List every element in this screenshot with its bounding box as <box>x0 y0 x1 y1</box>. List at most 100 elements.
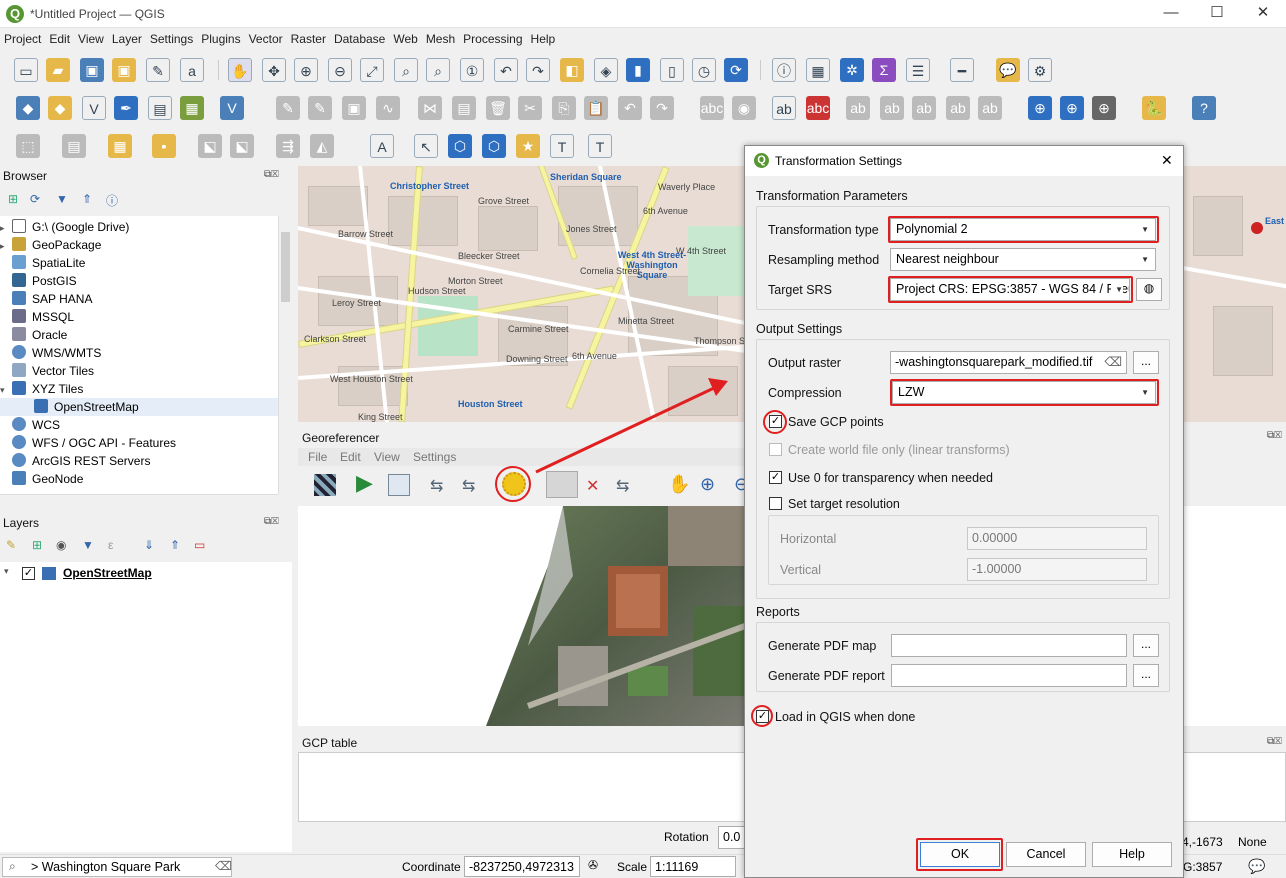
gcp-table[interactable] <box>298 752 748 822</box>
menu-project[interactable]: Project <box>0 28 45 46</box>
cursor-select-icon[interactable]: ↖ <box>414 134 438 158</box>
properties-icon[interactable]: ⓘ <box>106 192 118 209</box>
add-group-icon[interactable]: ⊞ <box>32 538 42 552</box>
maximize-button[interactable]: ☐ <box>1194 0 1240 28</box>
zoom-next-icon[interactable]: ↷ <box>526 58 550 82</box>
zoom-in-icon[interactable]: ⊕ <box>294 58 318 82</box>
menu-processing[interactable]: Processing <box>459 28 526 46</box>
start-georeferencing-icon[interactable]: ▶ <box>356 472 373 494</box>
collapse-all-icon[interactable]: ⇑ <box>170 538 180 552</box>
open-raster-icon[interactable] <box>314 474 336 496</box>
zoom-layer-icon[interactable]: ⌕ <box>426 58 450 82</box>
output-raster-field[interactable]: -washingtonsquarepark_modified.tif ⌫ <box>890 351 1127 374</box>
zoom-last-icon[interactable]: ↶ <box>494 58 518 82</box>
list-item[interactable]: OpenStreetMap <box>0 398 278 416</box>
add-vector-icon[interactable]: V <box>82 96 106 120</box>
clear-search-icon[interactable]: ⌫ <box>215 859 232 873</box>
text-annotation-icon[interactable]: A <box>370 134 394 158</box>
generate-script-icon[interactable] <box>388 474 410 496</box>
list-item[interactable]: MSSQL <box>0 308 278 326</box>
close-window-button[interactable]: ✕ <box>1240 0 1286 28</box>
browse-pdf-map-button[interactable]: ... <box>1133 634 1159 657</box>
statistics-sum-icon[interactable]: Σ <box>872 58 896 82</box>
dialog-close-button[interactable]: ✕ <box>1161 152 1173 169</box>
list-item[interactable]: GeoNode <box>0 470 278 488</box>
bookmark-icon[interactable]: ▮ <box>626 58 650 82</box>
pan-icon[interactable]: ✋ <box>228 58 252 82</box>
zoom-selection-icon[interactable]: ⌕ <box>394 58 418 82</box>
browser-hscrollbar[interactable] <box>0 494 278 506</box>
add-raster-icon[interactable]: ▦ <box>180 96 204 120</box>
label-unplaced-icon[interactable]: abc <box>806 96 830 120</box>
pdf-map-field[interactable] <box>891 634 1127 657</box>
locator-icon[interactable]: ⚙ <box>1028 58 1052 82</box>
new-map-view-icon[interactable]: ◧ <box>560 58 584 82</box>
menu-database[interactable]: Database <box>330 28 389 46</box>
pan-to-selection-icon[interactable]: ✥ <box>262 58 286 82</box>
list-item[interactable]: WFS / OGC API - Features <box>0 434 278 452</box>
measure-table-icon[interactable]: ☰ <box>906 58 930 82</box>
map-canvas-right[interactable]: East 1 <box>1183 166 1286 422</box>
menu-plugins[interactable]: Plugins <box>197 28 244 46</box>
map-tips-icon[interactable]: 💬 <box>996 58 1020 82</box>
refresh-browser-icon[interactable]: ⟳ <box>30 192 40 206</box>
geo-menu-edit[interactable]: Edit <box>340 450 361 464</box>
style-manager-icon[interactable]: a <box>180 58 204 82</box>
save-project-icon[interactable]: ▣ <box>80 58 104 82</box>
locator-search[interactable]: ⌕ > Washington Square Park ⌫ <box>2 857 232 877</box>
menu-view[interactable]: View <box>74 28 108 46</box>
menu-edit[interactable]: Edit <box>45 28 74 46</box>
menu-mesh[interactable]: Mesh <box>422 28 459 46</box>
temporal-controller-icon[interactable]: ◷ <box>692 58 716 82</box>
list-item[interactable]: PostGIS <box>0 272 278 290</box>
zoom-in-icon[interactable]: ⊕ <box>700 474 715 495</box>
menu-web[interactable]: Web <box>389 28 421 46</box>
georeferencer-canvas[interactable] <box>298 506 745 726</box>
clear-field-icon[interactable]: ⌫ <box>1102 352 1122 373</box>
delete-point-icon[interactable]: ✕ <box>586 476 599 496</box>
list-item[interactable]: Oracle <box>0 326 278 344</box>
settings-gear-icon[interactable]: ✲ <box>840 58 864 82</box>
dock-float-icon[interactable]: ⧉☒ <box>1267 736 1282 747</box>
move-gcp-icon[interactable]: ⇆ <box>616 476 629 496</box>
browse-output-button[interactable]: ... <box>1133 351 1159 374</box>
deselect-icon[interactable]: ▦ <box>108 134 132 158</box>
list-item[interactable]: SpatiaLite <box>0 254 278 272</box>
globe-icon[interactable]: ⊕ <box>1028 96 1052 120</box>
dock-float-icon[interactable]: ⧉☒ <box>1267 430 1282 441</box>
globe-search-icon[interactable]: ⊕ <box>1060 96 1084 120</box>
print-layout-icon[interactable]: ✎ <box>146 58 170 82</box>
scroll-thumb[interactable] <box>281 232 290 302</box>
open-project-icon[interactable]: ▰ <box>46 58 70 82</box>
style-panel-icon[interactable]: ✎ <box>6 538 16 552</box>
menu-vector[interactable]: Vector <box>245 28 287 46</box>
scale-field[interactable]: 1:11169 <box>650 856 736 877</box>
dock-float-icon[interactable]: ⧉☒ <box>264 516 279 527</box>
text-tool-icon[interactable]: T <box>550 134 574 158</box>
expand-all-icon[interactable]: ⇓ <box>144 538 154 552</box>
measure-line-icon[interactable]: ━ <box>950 58 974 82</box>
resampling-method-select[interactable]: Nearest neighbour ▼ <box>890 248 1156 271</box>
menu-settings[interactable]: Settings <box>146 28 197 46</box>
new-geopackage-icon[interactable]: ◆ <box>48 96 72 120</box>
layer-name[interactable]: OpenStreetMap <box>63 566 152 580</box>
messages-icon[interactable]: 💬 <box>1248 858 1265 875</box>
attribute-table-icon[interactable]: ▦ <box>806 58 830 82</box>
list-item[interactable]: ▸ G:\ (Google Drive) <box>0 218 278 236</box>
pan-hand-icon[interactable]: ✋ <box>668 474 690 495</box>
geo-menu-settings[interactable]: Settings <box>413 450 456 464</box>
search-input[interactable]: > Washington Square Park <box>31 860 180 874</box>
globe-binoculars-icon[interactable]: ⊕ <box>1092 96 1116 120</box>
set-target-resolution-checkbox[interactable] <box>769 497 782 510</box>
dock-float-icon[interactable]: ⧉☒ <box>264 169 279 180</box>
star-shape-icon[interactable]: ★ <box>516 134 540 158</box>
node-add-icon[interactable]: ⬡ <box>482 134 506 158</box>
menu-layer[interactable]: Layer <box>108 28 146 46</box>
browser-scrollbar[interactable] <box>278 216 292 494</box>
menu-help[interactable]: Help <box>527 28 560 46</box>
add-wms-icon[interactable]: V <box>220 96 244 120</box>
filter-legend-icon[interactable]: ▼ <box>82 538 94 552</box>
list-item[interactable]: Vector Tiles <box>0 362 278 380</box>
save-as-icon[interactable]: ▣ <box>112 58 136 82</box>
refresh-icon[interactable]: ⟳ <box>724 58 748 82</box>
